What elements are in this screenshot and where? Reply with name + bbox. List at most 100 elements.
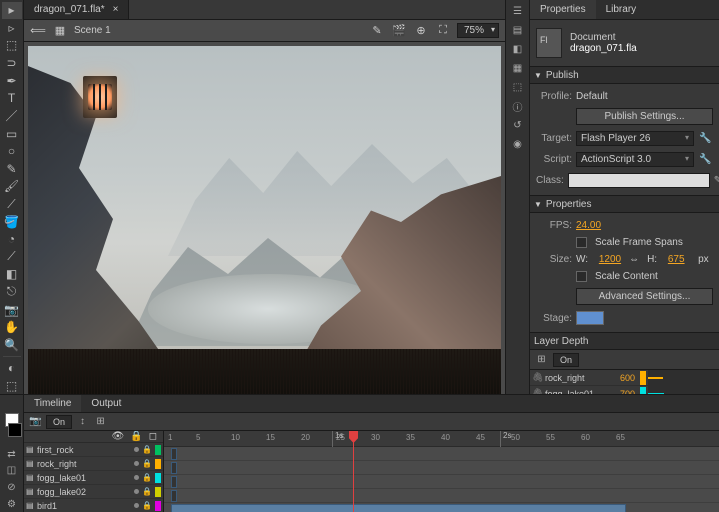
layer-depth-toggle[interactable]: On bbox=[553, 353, 579, 367]
target-settings-icon[interactable]: 🔧 bbox=[698, 131, 713, 146]
lock-icon[interactable]: 🔒 bbox=[142, 473, 152, 482]
lock-header-icon[interactable]: 🔒 bbox=[130, 431, 142, 442]
layer-depth-list[interactable]: 🖇rock_right600🖇fogg_lake01700🖇fogg_lake0… bbox=[530, 370, 648, 394]
ink-bottle-tool[interactable]: ◔ bbox=[2, 231, 22, 248]
timeline-layer-row[interactable]: ▤fogg_lake01🔒 bbox=[24, 471, 163, 485]
paint-bucket-tool[interactable]: 🪣 bbox=[2, 213, 22, 230]
frame-span[interactable] bbox=[171, 476, 177, 488]
fps-value[interactable]: 24.00 bbox=[576, 220, 601, 231]
height-value[interactable]: 675 bbox=[668, 254, 685, 265]
visibility-dot[interactable] bbox=[134, 461, 139, 466]
swap-colors-icon[interactable]: ⇄ bbox=[4, 447, 19, 462]
visibility-dot[interactable] bbox=[134, 475, 139, 480]
visibility-header-icon[interactable]: 👁 bbox=[112, 431, 125, 442]
fit-icon[interactable]: ⛶ bbox=[435, 23, 451, 39]
library-tab[interactable]: Library bbox=[596, 0, 647, 19]
no-color-icon[interactable]: ⊘ bbox=[4, 480, 19, 495]
rectangle-tool[interactable]: ▭ bbox=[2, 125, 22, 142]
timeline-track[interactable] bbox=[164, 475, 719, 489]
timeline-track[interactable] bbox=[164, 489, 719, 503]
options-icon[interactable]: ⚙ bbox=[4, 497, 19, 512]
color-panel-icon[interactable]: ◧ bbox=[510, 42, 525, 57]
fill-swatch[interactable] bbox=[8, 423, 22, 437]
eraser-tool[interactable]: ◧ bbox=[2, 266, 22, 283]
oval-tool[interactable]: ○ bbox=[2, 143, 22, 160]
script-settings-icon[interactable]: 🔧 bbox=[698, 152, 713, 167]
ld-icon-1[interactable]: ⊞ bbox=[534, 352, 549, 367]
subselection-tool[interactable]: ▹ bbox=[2, 20, 22, 37]
properties-tab[interactable]: Properties bbox=[530, 0, 596, 19]
text-tool[interactable]: T bbox=[2, 90, 22, 107]
zoom-tool[interactable]: 🔍 bbox=[2, 336, 22, 353]
tool-option-2[interactable]: ⬚ bbox=[2, 377, 22, 394]
layer-depth-row[interactable]: 🖇fogg_lake01700 bbox=[530, 386, 648, 394]
timeline-on[interactable]: On bbox=[46, 415, 72, 429]
tool-option-1[interactable]: ◐ bbox=[2, 360, 22, 377]
history-panel-icon[interactable]: ↺ bbox=[510, 118, 525, 133]
layer-depth-header[interactable]: Layer Depth bbox=[530, 332, 719, 350]
timeline-layer-row[interactable]: ▤fogg_lake02🔒 bbox=[24, 485, 163, 499]
timeline-layer-row[interactable]: ▤rock_right🔒 bbox=[24, 457, 163, 471]
layer-depth-row[interactable]: 🖇rock_right600 bbox=[530, 370, 648, 386]
playhead[interactable] bbox=[353, 431, 354, 512]
frame-span[interactable] bbox=[171, 504, 626, 512]
close-tab-icon[interactable]: × bbox=[113, 4, 119, 15]
lock-icon[interactable]: 🔒 bbox=[142, 501, 152, 510]
bone-tool[interactable]: ⟋ bbox=[2, 196, 22, 213]
camera-tool[interactable]: 📷 bbox=[2, 301, 22, 318]
lock-icon[interactable]: 🔒 bbox=[142, 487, 152, 496]
pen-tool[interactable]: ✒ bbox=[2, 72, 22, 89]
zoom-select[interactable]: 75%▾ bbox=[457, 23, 499, 38]
class-edit-icon[interactable]: ✎ bbox=[714, 173, 719, 188]
panel-icon-1[interactable]: ☰ bbox=[510, 4, 525, 19]
lock-icon[interactable]: 🔒 bbox=[142, 445, 152, 454]
visibility-dot[interactable] bbox=[134, 503, 139, 508]
edit-scene-icon[interactable]: ✎ bbox=[369, 23, 385, 39]
layer-depth-value[interactable]: 600 bbox=[609, 373, 637, 383]
cc-panel-icon[interactable]: ◉ bbox=[510, 137, 525, 152]
width-tool[interactable]: ⎋ bbox=[2, 284, 22, 301]
properties-section-header[interactable]: ▼Properties bbox=[530, 195, 719, 213]
frame-span[interactable] bbox=[171, 462, 177, 474]
back-icon[interactable]: ⟸ bbox=[30, 23, 46, 39]
scale-spans-checkbox[interactable] bbox=[576, 237, 587, 248]
lasso-tool[interactable]: ⊃ bbox=[2, 55, 22, 72]
hand-tool[interactable]: ✋ bbox=[2, 319, 22, 336]
visibility-dot[interactable] bbox=[134, 489, 139, 494]
target-select[interactable]: Flash Player 26 bbox=[576, 131, 694, 146]
timeline-tab[interactable]: Timeline bbox=[24, 395, 81, 412]
tl-icon-2[interactable]: ⊞ bbox=[93, 414, 108, 429]
canvas[interactable] bbox=[28, 46, 501, 394]
clapper-icon[interactable]: 🎬 bbox=[391, 23, 407, 39]
tl-icon-1[interactable]: ↕ bbox=[75, 414, 90, 429]
depth-line[interactable] bbox=[648, 393, 664, 394]
brush-tool[interactable]: 🖌 bbox=[2, 178, 22, 195]
tl-icon-cam[interactable]: 📷 bbox=[28, 414, 43, 429]
script-select[interactable]: ActionScript 3.0 bbox=[576, 152, 694, 167]
class-input[interactable] bbox=[568, 173, 710, 188]
output-tab[interactable]: Output bbox=[81, 395, 131, 412]
document-tab[interactable]: dragon_071.fla*× bbox=[24, 0, 129, 19]
pencil-tool[interactable]: ✎ bbox=[2, 161, 22, 178]
default-colors-icon[interactable]: ◫ bbox=[4, 464, 19, 479]
width-value[interactable]: 1200 bbox=[599, 254, 621, 265]
scale-content-checkbox[interactable] bbox=[576, 271, 587, 282]
timeline-track[interactable] bbox=[164, 503, 719, 512]
visibility-dot[interactable] bbox=[134, 447, 139, 452]
transform-panel-icon[interactable]: ⬚ bbox=[510, 80, 525, 95]
eyedropper-tool[interactable]: ⟋ bbox=[2, 249, 22, 266]
frame-span[interactable] bbox=[171, 448, 177, 460]
depth-line[interactable] bbox=[648, 377, 663, 379]
link-wh-icon[interactable]: ⇔ bbox=[629, 254, 639, 265]
line-tool[interactable]: ／ bbox=[2, 107, 22, 124]
publish-settings-button[interactable]: Publish Settings... bbox=[576, 108, 713, 125]
symbol-icon[interactable]: ⊕ bbox=[413, 23, 429, 39]
timeline-layer-row[interactable]: ▤bird1🔒 bbox=[24, 499, 163, 512]
free-transform-tool[interactable]: ⬚ bbox=[2, 37, 22, 54]
frame-span[interactable] bbox=[171, 490, 177, 502]
outline-header-icon[interactable]: ◻ bbox=[149, 431, 157, 442]
swatches-panel-icon[interactable]: ▦ bbox=[510, 61, 525, 76]
timeline-layer-row[interactable]: ▤first_rock🔒 bbox=[24, 443, 163, 457]
selection-tool[interactable]: ▸ bbox=[2, 2, 22, 19]
timeline-track[interactable] bbox=[164, 461, 719, 475]
